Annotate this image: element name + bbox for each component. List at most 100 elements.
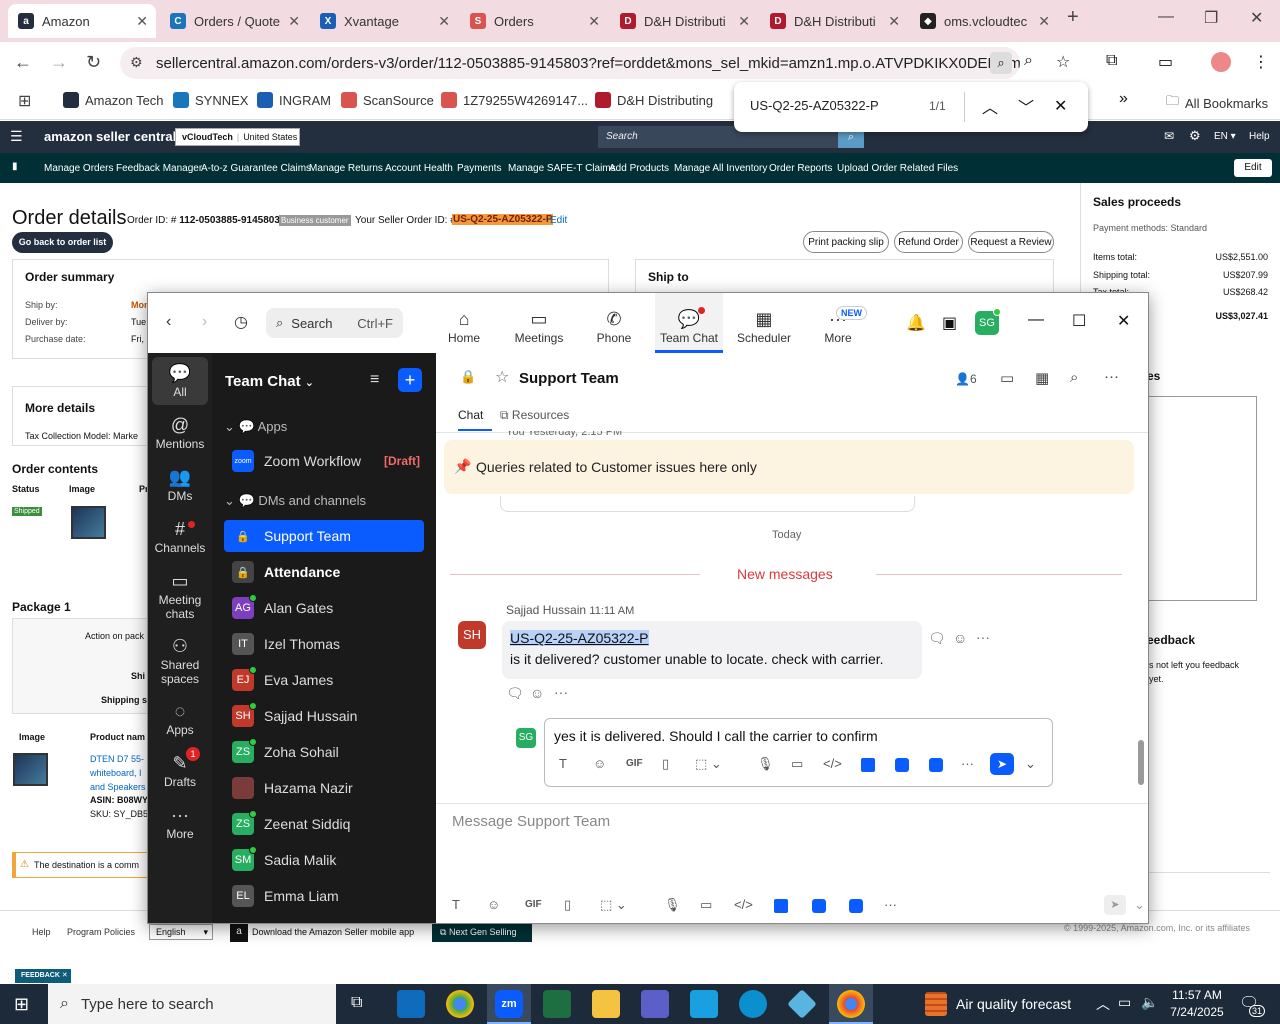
find-next-icon[interactable]: ﹀ [1018, 94, 1034, 118]
footer-policies-link[interactable]: Program Policies [67, 927, 135, 937]
close-tab-icon[interactable]: ✕ [888, 13, 900, 30]
notifications-icon[interactable]: 🔔 [906, 313, 926, 333]
mic-icon[interactable]: 🎙 [664, 897, 681, 913]
format-icon[interactable]: T [559, 756, 567, 771]
file-explorer-icon[interactable] [592, 990, 620, 1018]
excel-icon[interactable] [543, 990, 571, 1018]
history-icon[interactable]: ◷ [234, 312, 248, 332]
zoom-search-input[interactable]: ⌕ Search Ctrl+F [266, 308, 403, 338]
contact-alan-gates[interactable]: AG Alan Gates [224, 592, 424, 624]
profile-avatar[interactable] [1211, 52, 1231, 72]
footer-language-select[interactable]: English ▾ [149, 924, 213, 940]
search-chat-icon[interactable]: ⌕ [1070, 369, 1078, 386]
restore-icon[interactable]: ❐ [1204, 8, 1218, 28]
emoji-icon[interactable]: ☺ [487, 897, 500, 912]
nav-manage-orders[interactable]: Manage Orders [44, 163, 113, 174]
pinned-banner[interactable]: 📌 Queries related to Customer issues her… [444, 440, 1134, 494]
nav-payments[interactable]: Payments [457, 163, 501, 174]
find-prev-icon[interactable]: ︿ [982, 94, 998, 118]
screenshot-icon[interactable]: ⬚ ⌄ [600, 897, 627, 913]
close-tab-icon[interactable]: ✕ [738, 13, 750, 30]
bookmark-ingram[interactable]: INGRAM [257, 92, 331, 108]
calendar-icon[interactable]: ▦ [1035, 369, 1049, 387]
app-icon-3[interactable] [849, 899, 863, 913]
bookmark-dh[interactable]: D&H Distributing [595, 92, 713, 108]
compose-button[interactable]: + [398, 368, 422, 392]
more-tools-icon[interactable]: ··· [884, 897, 897, 912]
send-button[interactable]: ➤ [990, 753, 1014, 775]
message-sender[interactable]: Sajjad Hussain 11:11 AM [506, 603, 634, 617]
tab-orders-quote[interactable]: C Orders / Quote ✕ [160, 4, 308, 38]
product-thumbnail[interactable] [71, 506, 106, 539]
rail-shared-spaces[interactable]: ⚇ Shared spaces [152, 636, 208, 686]
star-icon[interactable]: ☆ [495, 367, 509, 387]
sender-avatar[interactable]: SH [458, 621, 486, 649]
extensions-icon[interactable]: ⧉ [1106, 52, 1117, 70]
app-icon-1[interactable] [774, 899, 788, 913]
code-icon[interactable]: </> [734, 897, 753, 912]
task-view-icon[interactable]: ⧉ [351, 994, 362, 1012]
all-bookmarks[interactable]: 🗀 All Bookmarks [1166, 92, 1268, 114]
teams-icon[interactable] [641, 990, 669, 1018]
close-tab-icon[interactable]: ✕ [288, 13, 300, 30]
close-window-icon[interactable]: ✕ [1250, 8, 1263, 28]
top-scheduler[interactable]: ▦ Scheduler [734, 309, 794, 345]
language-select[interactable]: EN ▾ [1214, 131, 1236, 142]
rail-all[interactable]: 💬 All [152, 357, 208, 405]
top-meetings[interactable]: ▭ Meetings [508, 309, 570, 345]
tray-chevron-icon[interactable]: ︿ [1096, 994, 1110, 1014]
nav-manage-returns[interactable]: Manage Returns [309, 163, 383, 174]
find-close-icon[interactable]: ✕ [1054, 96, 1067, 116]
more-tools-icon[interactable]: ··· [961, 756, 974, 771]
tab-dh-1[interactable]: D D&H Distributi ✕ [610, 4, 758, 38]
close-tab-icon[interactable]: ✕ [136, 13, 148, 30]
apps-section-header[interactable]: ⌄ 💬 Apps [224, 419, 287, 435]
help-link[interactable]: Help [1249, 131, 1270, 142]
volume-icon[interactable]: 🔈 [1141, 994, 1158, 1011]
rail-mentions[interactable]: @ Mentions [152, 415, 208, 451]
contact-zeenat-siddiq[interactable]: ZS Zeenat Siddiq [224, 808, 424, 840]
zoom-minimize-icon[interactable]: — [1028, 311, 1044, 329]
zoom-workflow-item[interactable]: zoom Zoom Workflow [Draft] [224, 445, 424, 477]
video-clip-icon[interactable]: ▭ [791, 756, 803, 772]
contact-sajjad-hussain[interactable]: SH Sajjad Hussain [224, 700, 424, 732]
members-count[interactable]: 👤6 [955, 372, 977, 386]
zoom-taskbar-icon[interactable]: zm [487, 984, 531, 1024]
clock-date[interactable]: 7/24/2025 [1166, 1005, 1228, 1019]
reload-icon[interactable]: ↻ [86, 52, 101, 73]
send-options-icon[interactable]: ⌄ [1134, 897, 1145, 913]
app-icon-2[interactable] [812, 899, 826, 913]
next-gen-selling-link[interactable]: ⧉ Next Gen Selling [432, 922, 532, 942]
mail-icon[interactable]: ✉ [1164, 129, 1174, 143]
tab-dh-2[interactable]: D D&H Distributi ✕ [760, 4, 908, 38]
chat-list-title[interactable]: Team Chat ⌄ [225, 373, 314, 390]
bookmark-scansource[interactable]: ScanSource [341, 92, 434, 108]
emoji-icon[interactable]: ☺ [593, 756, 606, 771]
find-input[interactable]: US-Q2-25-AZ05322-P [750, 98, 879, 113]
clock-time[interactable]: 11:57 AM [1170, 988, 1224, 1002]
thread-more-icon[interactable]: ··· [554, 684, 568, 700]
store-selector[interactable]: vCloudTech | United States [175, 128, 300, 146]
mobile-app-link[interactable]: a Download the Amazon Seller mobile app [230, 922, 414, 942]
rail-apps[interactable]: ◌ Apps [152, 701, 208, 737]
back-to-list-button[interactable]: Go back to order list [12, 232, 113, 253]
windows-start-icon[interactable]: ⊞ [14, 994, 29, 1015]
weather-icon[interactable] [925, 992, 947, 1016]
contact-attendance[interactable]: 🔒 Attendance [224, 556, 424, 588]
product-name-line2[interactable]: whiteboard, I [90, 768, 142, 778]
back-icon[interactable]: ← [14, 52, 32, 73]
video-call-icon[interactable]: ▭ [1000, 369, 1014, 387]
url-input[interactable]: sellercentral.amazon.com/orders-v3/order… [120, 47, 1020, 79]
contact-emma-liam[interactable]: EL Emma Liam [224, 880, 424, 912]
search-page-icon[interactable]: ⌕ [990, 52, 1012, 74]
filter-icon[interactable]: ≡ [370, 371, 379, 389]
tab-resources[interactable]: ⧉ Resources [500, 408, 569, 423]
react-icon[interactable]: ☺ [953, 630, 967, 646]
zoom-close-icon[interactable]: ✕ [1117, 311, 1130, 331]
outlook-icon[interactable] [397, 990, 425, 1018]
minimize-icon[interactable]: — [1158, 8, 1174, 26]
tab-xvantage[interactable]: X Xvantage ✕ [310, 4, 458, 38]
weather-text[interactable]: Air quality forecast [956, 996, 1071, 1012]
edit-seller-id-link[interactable]: Edit [550, 215, 567, 226]
cast-icon[interactable]: ▭ [1158, 52, 1173, 72]
